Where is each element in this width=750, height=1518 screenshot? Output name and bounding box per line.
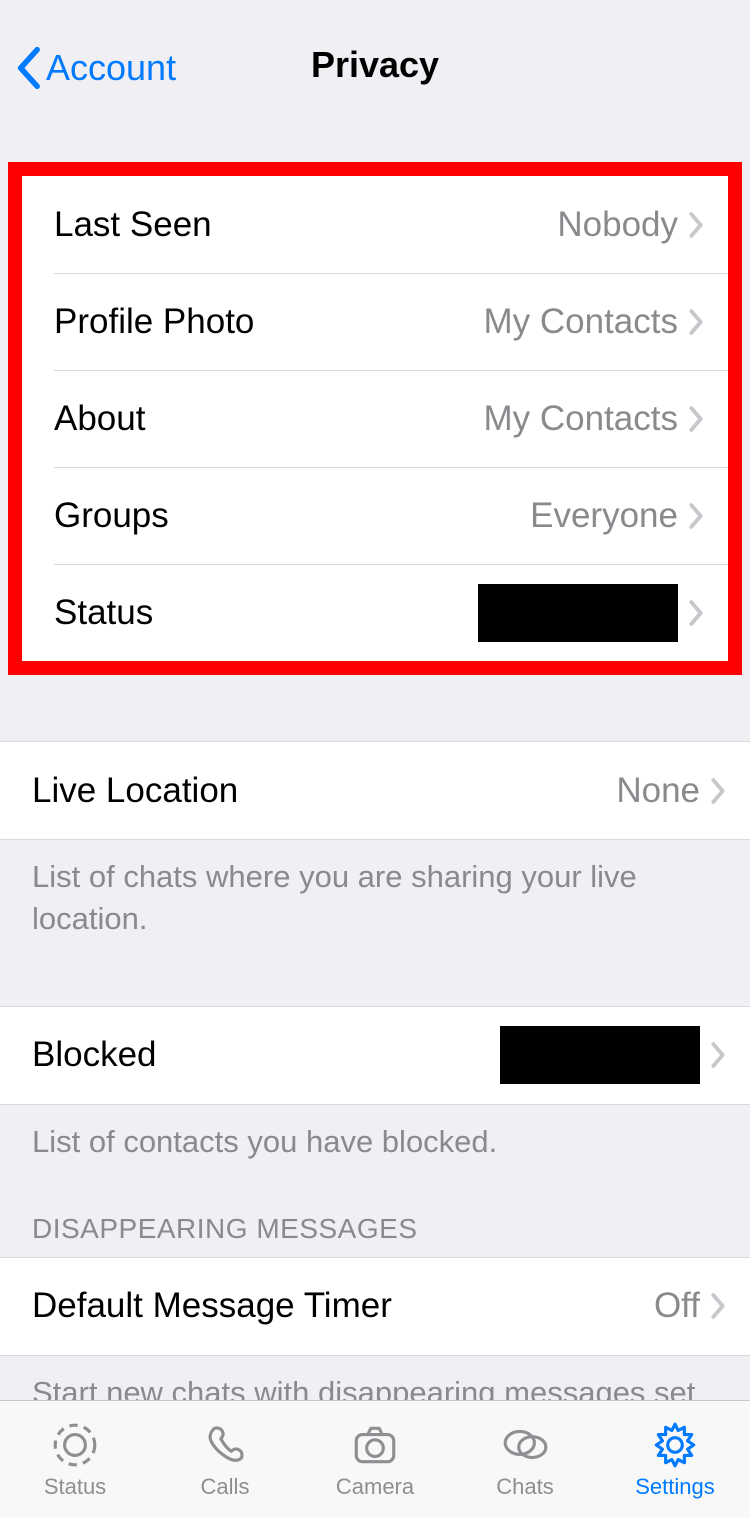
page-title: Privacy — [311, 44, 439, 86]
row-value: My Contacts — [484, 302, 679, 342]
redacted-value — [478, 584, 678, 642]
content-scroll[interactable]: Last Seen Nobody Profile Photo My Contac… — [0, 114, 750, 1400]
tab-bar: Status Calls Camera Chats Settings — [0, 1400, 750, 1518]
camera-icon — [348, 1420, 402, 1470]
tab-label: Camera — [336, 1474, 414, 1500]
row-profile-photo[interactable]: Profile Photo My Contacts — [22, 273, 728, 370]
row-value: Off — [654, 1286, 700, 1326]
row-default-timer[interactable]: Default Message Timer Off — [0, 1258, 750, 1355]
row-label: Groups — [54, 496, 530, 536]
live-location-group: Live Location None — [0, 741, 750, 840]
disappearing-footer: Start new chats with disappearing messag… — [0, 1356, 750, 1400]
blocked-footer: List of contacts you have blocked. — [0, 1105, 750, 1163]
chevron-right-icon — [710, 777, 726, 805]
row-label: Status — [54, 593, 478, 633]
phone-icon — [198, 1420, 252, 1470]
blocked-group: Blocked — [0, 1006, 750, 1105]
back-label: Account — [46, 47, 176, 89]
back-button[interactable]: Account — [14, 46, 176, 90]
live-location-footer: List of chats where you are sharing your… — [0, 840, 750, 940]
disappearing-group: Default Message Timer Off — [0, 1257, 750, 1356]
row-value: None — [616, 771, 700, 811]
chevron-right-icon — [710, 1292, 726, 1320]
row-blocked[interactable]: Blocked — [0, 1007, 750, 1104]
gear-icon — [648, 1420, 702, 1470]
row-value: Nobody — [557, 205, 678, 245]
row-groups[interactable]: Groups Everyone — [22, 467, 728, 564]
row-label: Profile Photo — [54, 302, 484, 342]
chevron-right-icon — [688, 211, 704, 239]
chats-icon — [498, 1420, 552, 1470]
row-label: Live Location — [32, 771, 616, 811]
row-status[interactable]: Status — [22, 564, 728, 661]
tab-camera[interactable]: Camera — [300, 1401, 450, 1518]
privacy-group: Last Seen Nobody Profile Photo My Contac… — [22, 176, 728, 661]
chevron-right-icon — [710, 1041, 726, 1069]
row-value: Everyone — [530, 496, 678, 536]
row-last-seen[interactable]: Last Seen Nobody — [22, 176, 728, 273]
status-icon — [48, 1420, 102, 1470]
row-label: Default Message Timer — [32, 1286, 654, 1326]
row-label: Last Seen — [54, 205, 557, 245]
redacted-value — [500, 1026, 700, 1084]
row-value: My Contacts — [484, 399, 679, 439]
chevron-left-icon — [14, 46, 42, 90]
nav-bar: Account Privacy — [0, 0, 750, 114]
chevron-right-icon — [688, 599, 704, 627]
chevron-right-icon — [688, 405, 704, 433]
row-live-location[interactable]: Live Location None — [0, 742, 750, 839]
chevron-right-icon — [688, 502, 704, 530]
chevron-right-icon — [688, 308, 704, 336]
tab-settings[interactable]: Settings — [600, 1401, 750, 1518]
row-about[interactable]: About My Contacts — [22, 370, 728, 467]
row-label: About — [54, 399, 484, 439]
tab-calls[interactable]: Calls — [150, 1401, 300, 1518]
tab-label: Chats — [496, 1474, 553, 1500]
tab-label: Status — [44, 1474, 106, 1500]
tab-status[interactable]: Status — [0, 1401, 150, 1518]
spacer — [0, 675, 750, 741]
tab-chats[interactable]: Chats — [450, 1401, 600, 1518]
privacy-group-highlight: Last Seen Nobody Profile Photo My Contac… — [8, 162, 742, 675]
spacer — [0, 940, 750, 1006]
tab-label: Calls — [201, 1474, 250, 1500]
tab-label: Settings — [635, 1474, 715, 1500]
disappearing-header: DISAPPEARING MESSAGES — [0, 1163, 750, 1257]
row-label: Blocked — [32, 1035, 500, 1075]
